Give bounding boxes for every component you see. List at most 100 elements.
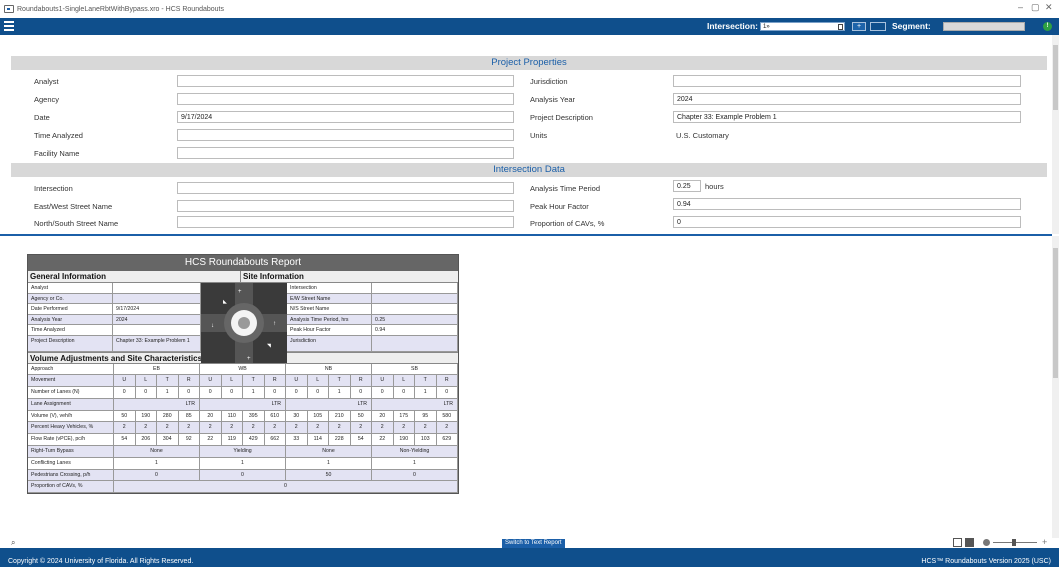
intersection-field[interactable] <box>177 182 514 194</box>
general-label: Analysis Year <box>28 314 113 324</box>
lanes-cell: 0 <box>221 387 243 399</box>
report-section-headers: General Information Site Information <box>28 271 458 283</box>
view-double-icon[interactable] <box>965 538 974 547</box>
intersection-nav-button[interactable] <box>870 22 886 31</box>
intersection-data-header: Intersection Data <box>11 163 1047 177</box>
volume-cell: 280 <box>157 410 179 423</box>
heavy-vehicles-cell: 2 <box>372 422 394 435</box>
analyst-label: Analyst <box>34 77 59 86</box>
site-label: Jurisdiction <box>287 335 372 351</box>
row-label: Lane Assignment <box>28 398 114 411</box>
lanes-cell: 0 <box>350 387 372 399</box>
analysis-time-period-field[interactable]: 0.25 <box>673 180 701 192</box>
general-label: Agency or Co. <box>28 293 113 303</box>
facility-name-label: Facility Name <box>34 149 80 158</box>
lanes-cell: 1 <box>415 387 437 399</box>
heavy-vehicles-cell: 2 <box>200 422 222 435</box>
assignment-cell: LTR <box>114 398 200 411</box>
upper-scrollbar[interactable] <box>1052 35 1059 234</box>
row-label: Conflicting Lanes <box>28 457 114 470</box>
general-value <box>113 283 201 293</box>
dropdown-icon[interactable] <box>838 24 843 30</box>
site-label: Analysis Time Period, hrs <box>287 314 372 324</box>
flow-rate-cell: 103 <box>415 434 437 447</box>
lanes-cell: 1 <box>329 387 351 399</box>
volume-cell: 105 <box>307 410 329 423</box>
window-titlebar: Roundabouts1-SingleLaneRbtWithBypass.xro… <box>0 0 1059 18</box>
app-icon <box>4 5 14 13</box>
movement-cell: R <box>436 375 458 388</box>
lower-scrollbar[interactable] <box>1052 236 1059 538</box>
add-intersection-button[interactable]: + <box>852 22 866 31</box>
site-value <box>372 304 458 314</box>
movement-cell: U <box>200 375 222 388</box>
lanes-cell: 0 <box>372 387 394 399</box>
view-single-icon[interactable] <box>953 538 962 547</box>
flow-rate-cell: 22 <box>372 434 394 447</box>
project-description-field[interactable]: Chapter 33: Example Problem 1 <box>673 111 1021 123</box>
agency-field[interactable] <box>177 93 514 105</box>
jurisdiction-field[interactable] <box>673 75 1021 87</box>
general-value: 9/17/2024 <box>113 304 201 314</box>
volume-adjustments-header: Volume Adjustments and Site Characterist… <box>30 353 203 363</box>
movement-cell: U <box>286 375 308 388</box>
zoom-in-icon[interactable]: + <box>1042 537 1047 547</box>
segment-select[interactable] <box>943 22 1025 31</box>
search-zoom-icon[interactable]: ⌕ <box>11 538 15 548</box>
row-label: Right-Turn Bypass <box>28 446 114 458</box>
intersection-label: Intersection <box>34 184 73 193</box>
minimize-button[interactable]: – <box>1018 2 1023 12</box>
intersection-select[interactable]: 1» <box>760 22 845 31</box>
switch-to-text-report-button[interactable]: Switch to Text Report <box>502 539 565 548</box>
units-label: Units <box>530 131 548 140</box>
assignment-cell: LTR <box>200 398 286 411</box>
flow-rate-cell: 429 <box>243 434 265 447</box>
volume-cell: 95 <box>415 410 437 423</box>
lower-scrollbar-thumb[interactable] <box>1053 248 1058 378</box>
volume-cell: 580 <box>436 410 458 423</box>
info-icon[interactable]: ! <box>1043 22 1052 31</box>
maximize-button[interactable]: ▢ <box>1031 2 1040 13</box>
heavy-vehicles-cell: 2 <box>436 422 458 435</box>
site-label: Peak Hour Factor <box>287 325 372 335</box>
ew-street-field[interactable] <box>177 200 514 212</box>
approach-cell: EB <box>114 363 200 376</box>
upper-scrollbar-thumb[interactable] <box>1053 45 1058 110</box>
bypass-cell: None <box>286 446 372 458</box>
heavy-vehicles-cell: 2 <box>243 422 265 435</box>
analysis-year-field[interactable]: 2024 <box>673 93 1021 105</box>
movement-cell: L <box>393 375 415 388</box>
peak-hour-factor-field[interactable]: 0.94 <box>673 198 1021 210</box>
facility-name-field[interactable] <box>177 147 514 159</box>
main-toolbar: Intersection: 1» + Segment: ! <box>0 18 1059 35</box>
analyst-field[interactable] <box>177 75 514 87</box>
bypass-cell: Yielding <box>200 446 286 458</box>
flow-rate-cell: 629 <box>436 434 458 447</box>
movement-cell: T <box>243 375 265 388</box>
cav-cell: 0 <box>114 481 458 494</box>
zoom-slider-thumb[interactable] <box>1012 539 1016 546</box>
hamburger-menu-icon[interactable] <box>4 21 14 31</box>
bypass-cell: None <box>114 446 200 458</box>
zoom-out-icon[interactable] <box>983 539 990 546</box>
flow-rate-cell: 114 <box>307 434 329 447</box>
volume-cell: 20 <box>372 410 394 423</box>
flow-rate-cell: 662 <box>264 434 286 447</box>
arrow-sb-glyph: + <box>247 356 251 362</box>
heavy-vehicles-cell: 2 <box>415 422 437 435</box>
time-analyzed-label: Time Analyzed <box>34 131 83 140</box>
time-analyzed-field[interactable] <box>177 129 514 141</box>
date-field[interactable]: 9/17/2024 <box>177 111 514 123</box>
close-button[interactable]: ✕ <box>1045 2 1053 13</box>
row-label: Proportion of CAVs, % <box>28 481 114 494</box>
movement-cell: U <box>372 375 394 388</box>
heavy-vehicles-cell: 2 <box>286 422 308 435</box>
cav-proportion-field[interactable]: 0 <box>673 216 1021 228</box>
flow-rate-cell: 54 <box>114 434 136 447</box>
analysis-time-period-unit: hours <box>705 182 724 191</box>
lanes-cell: 0 <box>393 387 415 399</box>
ns-street-field[interactable] <box>177 216 514 228</box>
flow-rate-cell: 22 <box>200 434 222 447</box>
volume-cell: 50 <box>114 410 136 423</box>
date-label: Date <box>34 113 50 122</box>
